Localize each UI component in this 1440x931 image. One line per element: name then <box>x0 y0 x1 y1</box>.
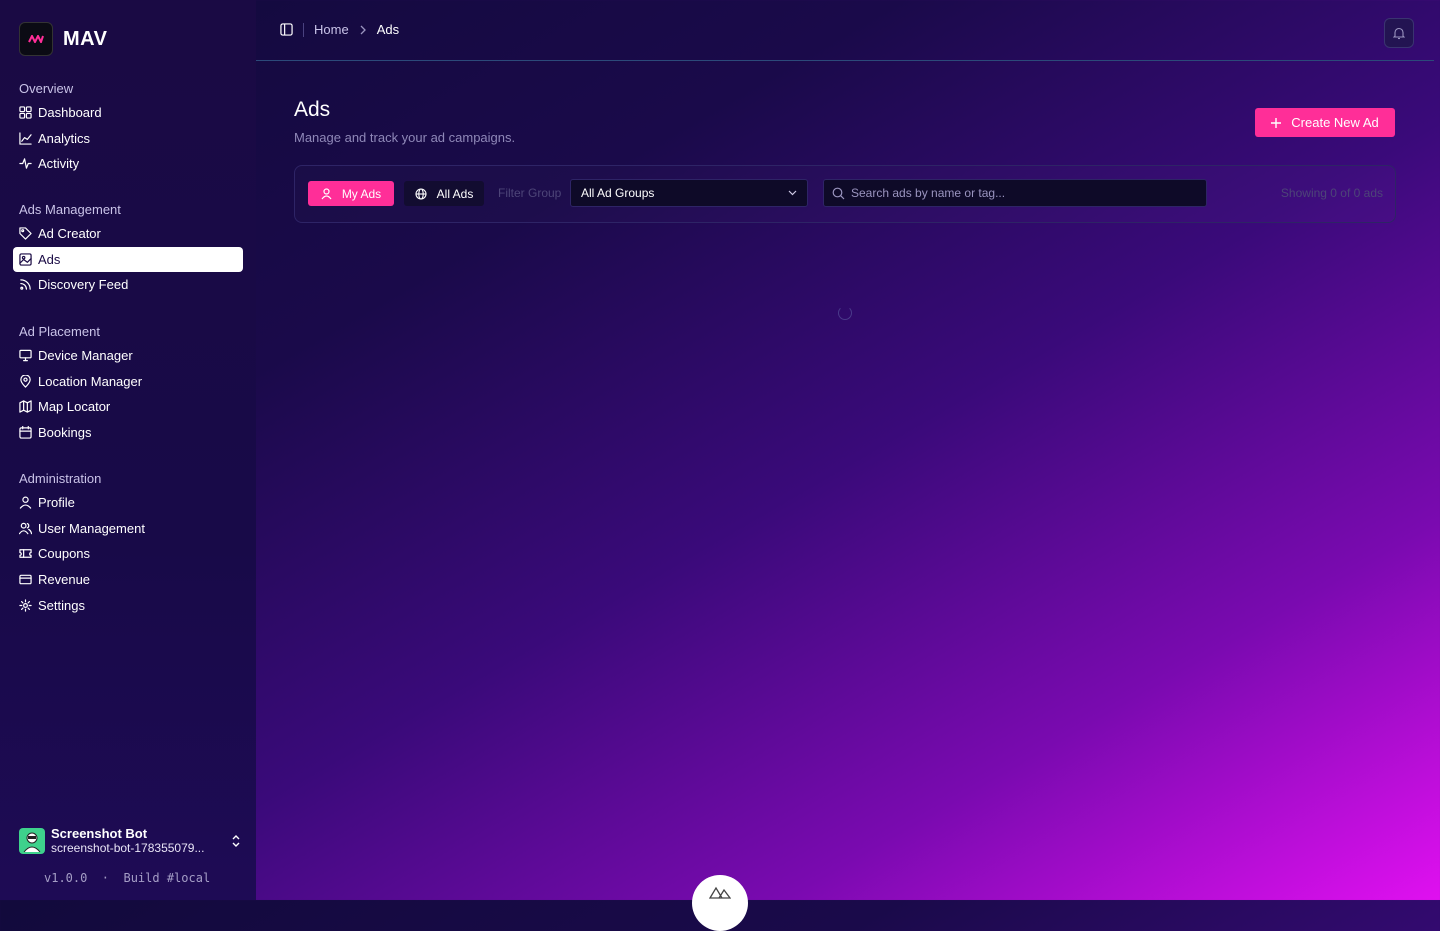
sidebar-item-location-manager[interactable]: Location Manager <box>13 369 243 395</box>
tab-my-ads-label: My Ads <box>341 186 382 201</box>
version-info: v1.0.0 · Build #local <box>44 871 211 885</box>
user-name: Screenshot Bot <box>51 826 148 841</box>
sidebar-item-activity[interactable]: Activity <box>13 151 243 177</box>
tag-icon <box>19 227 32 240</box>
user-email: screenshot-bot-178355079... <box>51 841 205 855</box>
sidebar-item-label: Bookings <box>38 425 92 441</box>
dashboard-icon <box>19 106 32 119</box>
chevrons-up-down-icon <box>232 834 240 847</box>
sidebar-item-label: Location Manager <box>38 373 143 389</box>
sidebar-item-label: Map Locator <box>38 399 111 415</box>
loading-spinner <box>838 306 852 320</box>
sidebar-item-profile[interactable]: Profile <box>13 490 243 516</box>
search-input[interactable] <box>849 185 1193 201</box>
rss-icon <box>20 279 31 291</box>
sidebar-item-settings[interactable]: Settings <box>13 592 243 618</box>
create-new-ad-label: Create New Ad <box>1291 115 1379 130</box>
chevron-right-icon <box>360 25 366 34</box>
brand-name: MAV <box>63 27 108 50</box>
sidebar-item-ads[interactable]: Ads <box>13 246 243 273</box>
bell-icon <box>1393 27 1405 39</box>
search-field[interactable] <box>823 179 1207 207</box>
sidebar-item-label: Ad Creator <box>38 226 101 242</box>
nav-group: Administration Profile User Management Coup… <box>13 468 243 618</box>
sidebar-toggle-icon[interactable] <box>280 23 293 36</box>
sidebar-item-label: Activity <box>38 156 80 172</box>
sidebar-item-discovery-feed[interactable]: Discovery Feed <box>13 272 243 298</box>
tab-all-ads[interactable]: All Ads <box>404 181 484 206</box>
nav-group: Overview Dashboard Analytics Activity <box>13 78 243 177</box>
sidebar-item-user-management[interactable]: User Management <box>13 516 243 542</box>
breadcrumb: Home Ads <box>280 22 399 37</box>
sidebar-item-label: Profile <box>38 495 75 511</box>
sidebar-item-dashboard[interactable]: Dashboard <box>13 100 243 126</box>
tab-all-ads-label: All Ads <box>436 186 474 201</box>
devtools-button[interactable] <box>692 875 748 931</box>
breadcrumb-current: Ads <box>376 22 400 37</box>
ad-group-selected: All Ad Groups <box>581 186 655 200</box>
sidebar-item-label: Settings <box>38 597 85 613</box>
avatar <box>19 827 45 854</box>
sidebar: MAV Overview Dashboard Analytics Activity Ad… <box>0 0 256 900</box>
filter-bar: My Ads All Ads Filter Group All Ad Group… <box>294 165 1396 223</box>
nav-group: Ads Management Ad Creator Ads Discovery Fee… <box>13 199 243 298</box>
brand[interactable]: MAV <box>19 22 107 56</box>
sidebar-item-ad-creator[interactable]: Ad Creator <box>13 221 243 247</box>
map-pin-icon <box>20 374 31 388</box>
divider <box>303 22 304 37</box>
breadcrumb-home[interactable]: Home <box>314 22 349 37</box>
sidebar-item-map-locator[interactable]: Map Locator <box>13 394 243 420</box>
nav-group: Ad Placement Device Manager Location Manag… <box>13 321 243 445</box>
sidebar-item-analytics[interactable]: Analytics <box>13 126 243 152</box>
create-new-ad-button[interactable]: Create New Ad <box>1255 108 1395 137</box>
nav-group-title: Overview <box>19 81 74 96</box>
tab-my-ads[interactable]: My Ads <box>308 181 394 206</box>
image-icon <box>19 253 32 266</box>
sidebar-item-revenue[interactable]: Revenue <box>13 567 243 593</box>
sidebar-item-label: Revenue <box>38 572 91 588</box>
nav-group-title: Administration <box>19 471 102 486</box>
ticket-icon <box>19 549 32 559</box>
line-chart-icon <box>19 132 32 145</box>
map-icon <box>19 400 32 414</box>
nav-group-title: Ad Placement <box>19 324 100 339</box>
page-title: Ads <box>294 98 331 121</box>
users-icon <box>19 522 32 535</box>
globe-icon <box>415 187 427 200</box>
results-count: Showing 0 of 0 ads <box>1280 186 1383 200</box>
activity-icon <box>19 158 32 170</box>
logo-icon <box>19 22 53 56</box>
monitor-icon <box>19 350 32 362</box>
plus-icon <box>1271 117 1282 128</box>
calendar-icon <box>19 426 32 439</box>
sidebar-item-coupons[interactable]: Coupons <box>13 541 243 567</box>
sidebar-item-label: Coupons <box>38 546 91 562</box>
filter-group-label: Filter Group <box>498 186 562 200</box>
gear-icon <box>19 598 32 612</box>
user-icon <box>321 187 332 199</box>
credit-card-icon <box>19 574 32 585</box>
ad-group-select[interactable]: All Ad Groups <box>570 179 808 207</box>
nuxt-icon <box>709 886 731 899</box>
sidebar-item-bookings[interactable]: Bookings <box>13 420 243 446</box>
user-menu[interactable]: Screenshot Bot screenshot-bot-178355079.… <box>19 826 241 855</box>
notifications-button[interactable] <box>1384 18 1414 48</box>
sidebar-item-label: Discovery Feed <box>38 277 129 293</box>
top-bar: Home Ads <box>256 0 1434 61</box>
sidebar-item-label: User Management <box>38 520 145 536</box>
sidebar-item-device-manager[interactable]: Device Manager <box>13 343 243 369</box>
sidebar-item-label: Ads <box>38 251 61 267</box>
user-icon <box>19 496 32 509</box>
sidebar-item-label: Analytics <box>38 130 91 146</box>
page-subtitle: Manage and track your ad campaigns. <box>294 130 516 145</box>
chevron-down-icon <box>788 190 797 196</box>
search-icon <box>832 187 845 199</box>
sidebar-item-label: Dashboard <box>38 105 102 121</box>
nav-group-title: Ads Management <box>19 202 121 217</box>
sidebar-item-label: Device Manager <box>38 348 133 364</box>
